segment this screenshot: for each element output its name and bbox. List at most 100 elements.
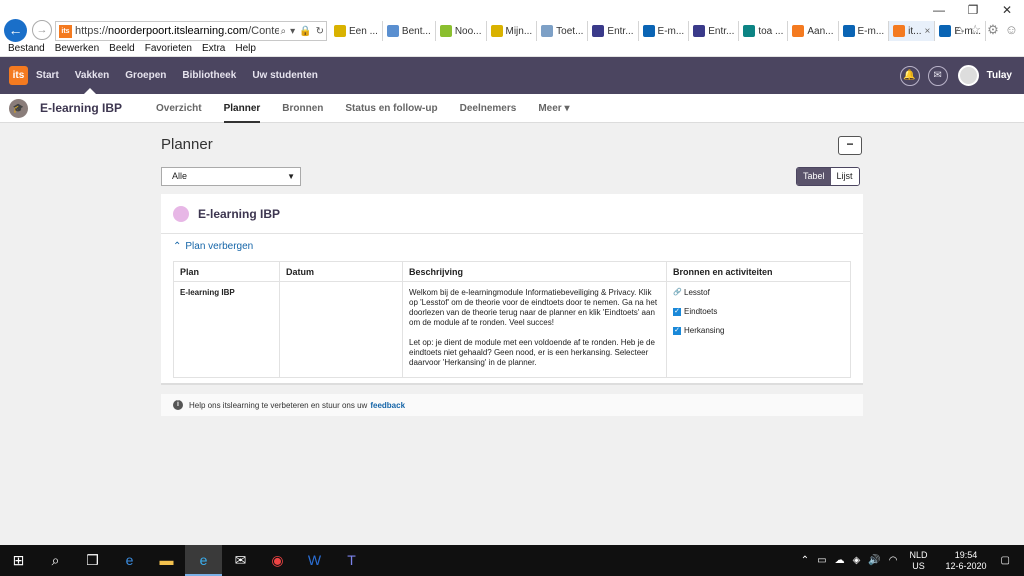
volume-icon[interactable]: 🔊 [868, 555, 880, 566]
windows-taskbar: ⊞ ⌕ ❒ e ▬ e ✉ ◉ W T ⌃ ▭ ☁ ◈ 🔊 ◠ NLD US 19… [0, 545, 1024, 576]
infinity-icon [490, 25, 503, 37]
chat-icon [439, 25, 452, 37]
home-icon[interactable]: ⌂ [956, 22, 964, 38]
language-indicator[interactable]: NLD US [909, 550, 927, 572]
itslearning-logo[interactable]: its [9, 66, 28, 85]
hide-plan-link[interactable]: ⌃ Plan verbergen [173, 241, 253, 252]
task-view-icon[interactable]: ❒ [74, 545, 111, 576]
search-icon[interactable]: ⌕ [281, 26, 287, 37]
close-tab-icon[interactable]: × [925, 26, 931, 37]
its-icon [893, 25, 906, 37]
browser-tab[interactable]: toa ... [739, 21, 789, 41]
course-navigation: 🎓 E-learning IBP Overzicht Planner Bronn… [0, 94, 1024, 123]
outlook-icon [939, 25, 952, 37]
clock[interactable]: 19:54 12-6-2020 [946, 550, 987, 572]
url-text[interactable]: https://noorderpoort.itslearning.com/Con… [75, 25, 279, 37]
bell-icon[interactable]: 🔔 [899, 65, 920, 86]
menu-item[interactable]: Bestand [8, 42, 45, 56]
plan-card: E-learning IBP ⌃ Plan verbergen Plan Datu… [161, 194, 863, 385]
address-bar[interactable]: its https://noorderpoort.itslearning.com… [55, 21, 327, 41]
browser-tab[interactable]: Noo... [436, 21, 487, 41]
key-icon [592, 25, 605, 37]
bing-icon [743, 25, 756, 37]
network-icon[interactable]: ▭ [817, 555, 826, 566]
view-lijst-button[interactable]: Lijst [830, 168, 859, 185]
plan-cell[interactable]: E-learning IBP [173, 281, 280, 378]
view-tabel-button[interactable]: Tabel [797, 168, 831, 185]
edge-icon[interactable]: e [111, 545, 148, 576]
browser-tab[interactable]: E-m... [639, 21, 690, 41]
browser-tab[interactable]: E-m... [839, 21, 890, 41]
menu-item[interactable]: Beeld [109, 42, 135, 56]
chrome-icon[interactable]: ◉ [259, 545, 296, 576]
dropbox-icon[interactable]: ◈ [853, 555, 861, 566]
internet-explorer-icon[interactable]: e [185, 545, 222, 576]
page-title: Planner [161, 136, 213, 153]
back-button[interactable]: ← [4, 19, 27, 42]
browser-tab[interactable]: Mijn... [487, 21, 538, 41]
file-explorer-icon[interactable]: ▬ [148, 545, 185, 576]
mail-icon[interactable]: ✉ [222, 545, 259, 576]
info-icon: i [173, 400, 183, 410]
wifi-icon[interactable]: ◠ [889, 555, 898, 566]
messages-icon[interactable]: ✉ [927, 65, 948, 86]
lock-icon[interactable]: 🔒 [299, 26, 311, 37]
tab-planner[interactable]: Planner [223, 94, 260, 123]
browser-tab[interactable]: Toet... [537, 21, 589, 41]
nav-groepen[interactable]: Groepen [125, 57, 166, 94]
browser-tab[interactable]: Aan... [788, 21, 839, 41]
dropdown-icon[interactable]: ▾ [290, 26, 295, 37]
forward-button[interactable]: → [32, 20, 52, 40]
close-icon[interactable]: ✕ [990, 0, 1024, 22]
browser-tab[interactable]: it... × [889, 21, 936, 41]
test-icon: ✓ [673, 327, 681, 335]
menu-item[interactable]: Extra [202, 42, 225, 56]
outlook-icon [642, 25, 655, 37]
tab-bronnen[interactable]: Bronnen [282, 94, 323, 123]
nav-uw-studenten[interactable]: Uw studenten [252, 57, 318, 94]
link-icon: 🔗 [673, 289, 682, 296]
tab-meer[interactable]: Meer ▾ [538, 94, 569, 123]
chevron-up-icon[interactable]: ⌃ [801, 555, 809, 566]
nav-vakken[interactable]: Vakken [75, 57, 109, 94]
browser-tab[interactable]: Een ... [330, 21, 383, 41]
menu-item[interactable]: Favorieten [145, 42, 192, 56]
teams-icon[interactable]: T [333, 545, 370, 576]
feedback-bar: i Help ons itslearning te verbeteren en … [161, 394, 863, 416]
windows-start-icon[interactable]: ⊞ [0, 545, 37, 576]
nav-bibliotheek[interactable]: Bibliotheek [182, 57, 236, 94]
tab-status[interactable]: Status en follow-up [345, 94, 437, 123]
gear-icon[interactable]: ⚙ [987, 22, 999, 38]
browser-tab[interactable]: Bent... [383, 21, 436, 41]
onedrive-icon[interactable]: ☁ [835, 555, 845, 566]
top-navigation: its Start Vakken Groepen Bibliotheek Uw … [0, 57, 1024, 94]
course-title[interactable]: E-learning IBP [40, 101, 122, 115]
nav-start[interactable]: Start [36, 57, 59, 94]
browser-tab[interactable]: Entr... [689, 21, 740, 41]
col-beschrijving: Beschrijving [402, 261, 667, 282]
word-icon[interactable]: W [296, 545, 333, 576]
refresh-icon[interactable]: ↻ [316, 26, 324, 37]
plan-filter-select[interactable]: Alle ▼ [161, 167, 301, 186]
favorites-star-icon[interactable]: ☆ [969, 22, 981, 38]
tab-overzicht[interactable]: Overzicht [156, 94, 202, 123]
smiley-icon[interactable]: ☺ [1005, 22, 1018, 38]
minimize-icon[interactable]: — [922, 0, 956, 22]
test-icon: ✓ [673, 308, 681, 316]
table-row: E-learning IBP Welkom bij de e-learningm… [173, 281, 851, 378]
notifications-icon[interactable]: ▢ [1001, 555, 1010, 566]
user-name[interactable]: Tulay [987, 70, 1012, 81]
collapse-all-button[interactable]: − [838, 136, 862, 155]
resource-herkansing[interactable]: ✓ Herkansing [673, 326, 844, 336]
restore-icon[interactable]: ❐ [956, 0, 990, 22]
resource-eindtoets[interactable]: ✓ Eindtoets [673, 307, 844, 317]
tab-deelnemers[interactable]: Deelnemers [460, 94, 517, 123]
menu-item[interactable]: Help [235, 42, 256, 56]
dropdown-arrow-icon: ▼ [287, 172, 295, 181]
feedback-link[interactable]: feedback [370, 401, 405, 410]
resource-lesstof[interactable]: 🔗 Lesstof [673, 288, 844, 298]
browser-tab[interactable]: Entr... [588, 21, 639, 41]
menu-item[interactable]: Bewerken [55, 42, 99, 56]
avatar[interactable] [957, 65, 979, 86]
search-icon[interactable]: ⌕ [37, 545, 74, 576]
